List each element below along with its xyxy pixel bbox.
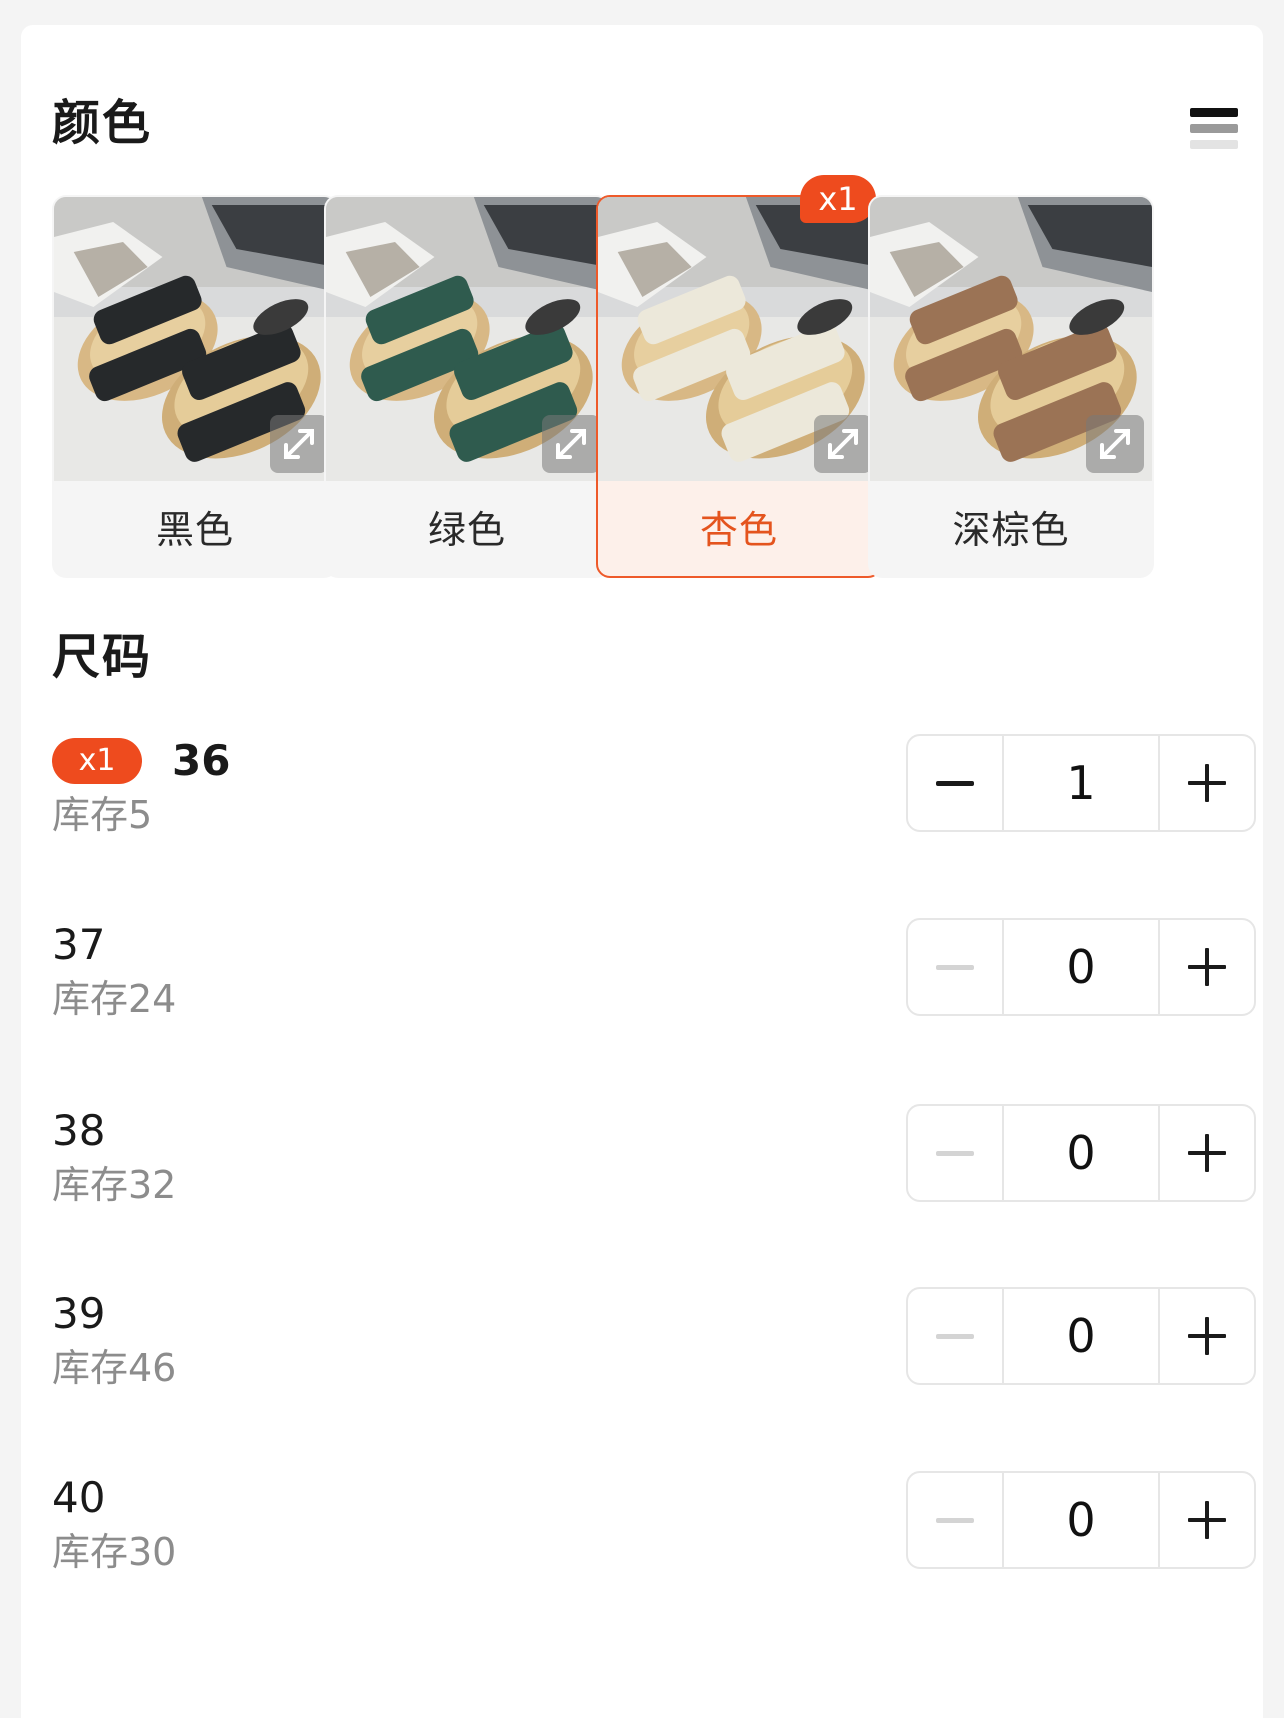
plus-icon [1188, 1134, 1226, 1172]
size-row: 37 库存24 0 [52, 918, 1256, 1021]
swatch-label: 深棕色 [952, 508, 1070, 552]
size-label: 40 [52, 1473, 106, 1522]
decrement-button[interactable] [908, 920, 1002, 1014]
list-layout-icon-bar [1190, 140, 1238, 149]
sku-selector-sheet: 颜色 黑色 绿色 杏色 x1 深棕色 尺码 x1 36 库存5 1 37 库存2… [21, 25, 1263, 1718]
layout-toggle-button[interactable] [1190, 83, 1240, 149]
quantity-stepper: 1 [906, 734, 1256, 832]
size-label: 37 [52, 920, 106, 969]
increment-button[interactable] [1160, 736, 1254, 830]
quantity-stepper: 0 [906, 1287, 1256, 1385]
quantity-value[interactable]: 0 [1002, 1289, 1160, 1383]
minus-icon [936, 1150, 974, 1156]
size-row: 39 库存46 0 [52, 1287, 1256, 1390]
size-section-title: 尺码 [52, 629, 153, 685]
increment-button[interactable] [1160, 1106, 1254, 1200]
expand-icon[interactable] [1086, 415, 1144, 473]
size-row: 40 库存30 0 [52, 1471, 1256, 1574]
color-swatch[interactable]: 黑色 [52, 195, 338, 578]
minus-icon [936, 780, 974, 786]
increment-button[interactable] [1160, 1289, 1254, 1383]
decrement-button[interactable] [908, 1106, 1002, 1200]
expand-icon[interactable] [542, 415, 600, 473]
quantity-value[interactable]: 0 [1002, 1106, 1160, 1200]
plus-icon [1188, 1501, 1226, 1539]
list-layout-icon-bar [1190, 124, 1238, 133]
swatch-count-badge: x1 [800, 175, 876, 223]
expand-icon[interactable] [814, 415, 872, 473]
swatch-label: 绿色 [427, 508, 506, 552]
list-layout-icon [1190, 108, 1238, 117]
stock-label: 库存46 [52, 1346, 177, 1390]
plus-icon [1188, 948, 1226, 986]
color-swatch[interactable]: 绿色 [324, 195, 610, 578]
size-row: x1 36 库存5 1 [52, 734, 1256, 837]
size-label: 39 [52, 1289, 106, 1338]
quantity-value[interactable]: 0 [1002, 920, 1160, 1014]
color-swatch-list: 黑色 绿色 杏色 x1 深棕色 [52, 171, 1234, 579]
quantity-value[interactable]: 0 [1002, 1473, 1160, 1567]
stock-label: 库存32 [52, 1163, 177, 1207]
color-swatch[interactable]: 深棕色 [868, 195, 1154, 578]
quantity-value[interactable]: 1 [1002, 736, 1160, 830]
increment-button[interactable] [1160, 1473, 1254, 1567]
stock-label: 库存30 [52, 1530, 177, 1574]
size-count-badge: x1 [52, 738, 142, 784]
color-section-title: 颜色 [52, 95, 153, 151]
quantity-stepper: 0 [906, 1471, 1256, 1569]
expand-icon[interactable] [270, 415, 328, 473]
increment-button[interactable] [1160, 920, 1254, 1014]
size-label: 36 [172, 736, 231, 785]
decrement-button[interactable] [908, 1473, 1002, 1567]
plus-icon [1188, 764, 1226, 802]
quantity-stepper: 0 [906, 918, 1256, 1016]
stock-label: 库存5 [52, 793, 153, 837]
minus-icon [936, 964, 974, 970]
swatch-label: 杏色 [699, 508, 778, 552]
stock-label: 库存24 [52, 977, 177, 1021]
minus-icon [936, 1333, 974, 1339]
decrement-button[interactable] [908, 736, 1002, 830]
swatch-label: 黑色 [155, 508, 234, 552]
color-swatch[interactable]: 杏色 x1 [596, 175, 882, 578]
size-label: 38 [52, 1106, 106, 1155]
plus-icon [1188, 1317, 1226, 1355]
minus-icon [936, 1517, 974, 1523]
size-row: 38 库存32 0 [52, 1104, 1256, 1207]
quantity-stepper: 0 [906, 1104, 1256, 1202]
decrement-button[interactable] [908, 1289, 1002, 1383]
